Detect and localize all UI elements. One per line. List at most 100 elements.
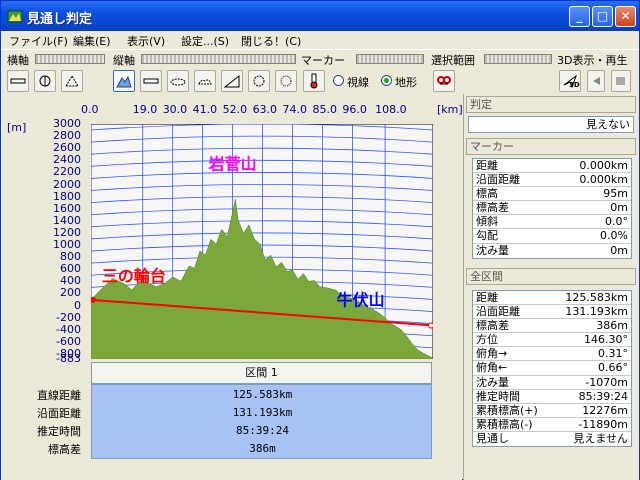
v-axis-slider[interactable] bbox=[141, 54, 296, 64]
toolbar: 横軸 縦軸 マーカー 選択範囲 3D表示・再生 視線 地形 3D bbox=[1, 49, 639, 93]
all-row: 推定時間 85:39:24 bbox=[473, 390, 631, 404]
marker-header: マーカー bbox=[466, 138, 636, 155]
marker-value: 0.000km bbox=[579, 159, 628, 172]
menu-edit[interactable]: 編集(E) bbox=[73, 33, 111, 49]
v-axis-mountain-button[interactable] bbox=[113, 70, 135, 92]
width-icon bbox=[10, 78, 26, 84]
peak-label: 牛伏山 bbox=[337, 291, 385, 310]
play-button[interactable] bbox=[611, 70, 631, 92]
all-row: 標高差 386m bbox=[473, 319, 631, 334]
all-key: 沿面距離 bbox=[476, 305, 520, 319]
all-key: 標高差 bbox=[476, 319, 509, 333]
segment-body: 125.583km 131.193km 85:39:24 386m bbox=[91, 384, 432, 459]
marker-row: 標高 95m bbox=[473, 187, 631, 202]
y-tick-label: 800 bbox=[60, 250, 81, 264]
all-value: 0.66° bbox=[598, 361, 628, 375]
y-tick-label: 1200 bbox=[53, 225, 81, 239]
segment-straight-distance: 125.583km bbox=[232, 388, 293, 401]
maximize-button[interactable]: □ bbox=[592, 6, 613, 27]
all-value: 12276m bbox=[582, 403, 628, 417]
all-row: 累積標高(+) 12276m bbox=[473, 404, 631, 418]
marker-slider[interactable] bbox=[356, 54, 424, 64]
zoom-icon bbox=[39, 75, 51, 87]
all-row: 距離 125.583km bbox=[473, 291, 631, 306]
radio-terrain[interactable] bbox=[381, 75, 392, 86]
range-select-button[interactable] bbox=[433, 70, 455, 92]
range-slider[interactable] bbox=[484, 54, 552, 64]
y-unit-label: [m] bbox=[7, 121, 27, 134]
marker-key: 勾配 bbox=[476, 229, 498, 243]
y-tick-label: -600 bbox=[56, 334, 81, 348]
all-row: 方位 146.30° bbox=[473, 333, 631, 348]
play-back-button[interactable] bbox=[587, 70, 605, 92]
segment-header[interactable]: 区間 1 bbox=[91, 362, 432, 384]
h-axis-fit-button[interactable] bbox=[7, 70, 29, 92]
x-tick-label: 74.0 bbox=[282, 103, 308, 116]
title-bar[interactable]: 見通し判定 _ □ ✕ bbox=[1, 1, 639, 31]
x-tick-label: 63.0 bbox=[252, 103, 278, 116]
close-button[interactable]: ✕ bbox=[615, 6, 636, 27]
all-key: 距離 bbox=[476, 291, 498, 304]
all-row: 見通し 見えません bbox=[473, 432, 631, 446]
v-axis-flat-button[interactable] bbox=[140, 70, 162, 92]
label-elevation-diff: 標高差 bbox=[48, 443, 81, 456]
h-axis-reset-button[interactable] bbox=[61, 70, 83, 92]
all-value: -1070m bbox=[585, 375, 628, 389]
h-axis-label: 横軸 bbox=[7, 54, 29, 67]
y-tick-label: -400 bbox=[56, 322, 81, 336]
v-axis-slope-button[interactable] bbox=[221, 70, 243, 92]
y-tick-label: 2000 bbox=[53, 177, 81, 191]
view3d-button[interactable]: 3D bbox=[559, 70, 581, 92]
marker-label: マーカー bbox=[301, 54, 345, 67]
v-axis-label: 縦軸 bbox=[113, 54, 135, 67]
view3d-text: 3D bbox=[569, 81, 580, 89]
view3d-label: 3D表示・再生 bbox=[557, 54, 628, 67]
end-point bbox=[428, 322, 433, 329]
v-axis-cloud-button[interactable] bbox=[194, 70, 216, 92]
marker-value: 0.0° bbox=[605, 215, 628, 229]
menu-settings[interactable]: 設定...(S) bbox=[181, 33, 229, 49]
menu-view[interactable]: 表示(V) bbox=[127, 33, 165, 49]
all-key: 俯角← bbox=[476, 361, 508, 375]
radio-terrain-label: 地形 bbox=[395, 76, 417, 89]
all-key: 推定時間 bbox=[476, 389, 520, 403]
marker-value: 95m bbox=[603, 187, 628, 201]
menu-close[interactable]: 閉じる！(C) bbox=[241, 33, 301, 49]
judge-header: 判定 bbox=[466, 96, 636, 113]
y-tick-label: 1000 bbox=[53, 238, 81, 252]
all-key: 見通し bbox=[476, 431, 509, 445]
marker-key: 沿面距離 bbox=[476, 173, 520, 187]
all-value: -11890m bbox=[578, 417, 628, 431]
reset-icon bbox=[65, 75, 79, 87]
elevation-profile-chart[interactable]: 岩菅山三の輪台牛伏山 bbox=[91, 124, 433, 359]
y-tick-label: 0 bbox=[74, 298, 81, 312]
x-unit-label: [km] bbox=[437, 103, 463, 116]
x-tick-label: 19.0 bbox=[132, 103, 158, 116]
radio-visible[interactable] bbox=[333, 75, 344, 86]
all-row: 沿面距離 131.193km bbox=[473, 305, 631, 320]
y-tick-label: 2800 bbox=[53, 129, 81, 143]
all-value: 125.583km bbox=[565, 291, 628, 304]
v-axis-rotate-button[interactable] bbox=[248, 70, 270, 92]
all-value: 131.193km bbox=[565, 305, 628, 319]
v-axis-rotate2-button[interactable] bbox=[275, 70, 297, 92]
h-axis-zoom-button[interactable] bbox=[34, 70, 56, 92]
all-row: 沈み量 -1070m bbox=[473, 376, 631, 390]
marker-row: 勾配 0.0% bbox=[473, 229, 631, 244]
h-axis-slider[interactable] bbox=[35, 54, 105, 64]
minimize-button[interactable]: _ bbox=[569, 6, 590, 27]
all-value: 146.30° bbox=[584, 333, 628, 347]
all-key: 累積標高(-) bbox=[476, 417, 533, 431]
all-key: 沈み量 bbox=[476, 375, 509, 389]
marker-pin-button[interactable] bbox=[303, 70, 325, 92]
menu-file[interactable]: ファイル(F) bbox=[9, 33, 68, 49]
marker-key: 沈み量 bbox=[476, 243, 509, 257]
window-title: 見通し判定 bbox=[27, 12, 93, 27]
curve-icon bbox=[170, 78, 186, 86]
y-tick-label: -200 bbox=[56, 310, 81, 324]
peak-label: 岩菅山 bbox=[208, 154, 257, 173]
y-tick-label: 400 bbox=[60, 274, 81, 288]
y-tick-label: 1600 bbox=[53, 201, 81, 215]
v-axis-curve-button[interactable] bbox=[167, 70, 189, 92]
marker-value: 0m bbox=[610, 243, 628, 257]
